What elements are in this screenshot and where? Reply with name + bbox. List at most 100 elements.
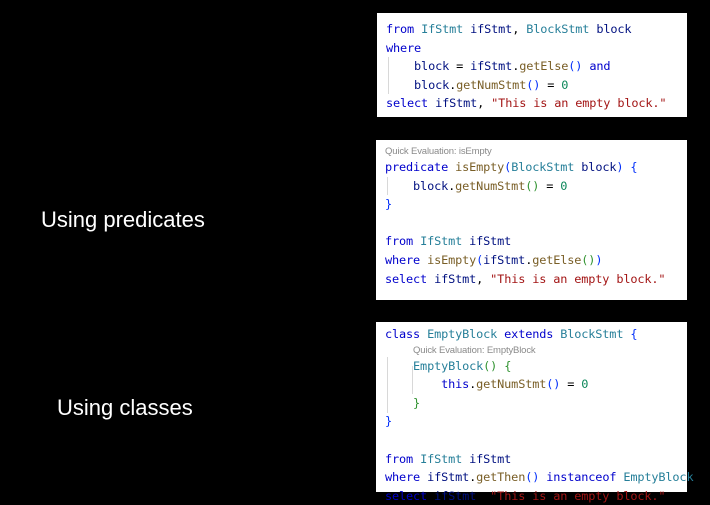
code-token-str: "This is an empty block."	[490, 488, 666, 503]
code-token-ty: BlockStmt	[560, 327, 624, 341]
code-token-id: ifStmt	[483, 252, 526, 267]
code-token-id: block	[414, 59, 450, 74]
code-line: predicate isEmpty(BlockStmt block) {	[385, 158, 687, 177]
code-line: select ifStmt, "This is an empty block."	[385, 270, 687, 289]
code-token-id: ifStmt	[469, 234, 512, 249]
code-token-b2: ()	[525, 178, 540, 193]
code-token-op	[386, 59, 414, 73]
code-line: this.getNumStmt() = 0	[385, 375, 687, 394]
code-token-kw: instanceof	[546, 470, 617, 485]
code-token-b1: }	[385, 414, 393, 429]
code-line: from IfStmt ifStmt	[385, 450, 687, 469]
code-token-ty: IfStmt	[420, 234, 463, 249]
code-token-b2: {	[504, 358, 512, 373]
code-line: }	[385, 412, 687, 431]
code-token-str: "This is an empty block."	[491, 96, 667, 111]
code-token-kw: from	[385, 234, 414, 249]
code-token-kw: from	[386, 22, 415, 36]
code-token-id: block	[596, 22, 632, 36]
code-token-op: ,	[512, 22, 527, 36]
code-token-op: =	[449, 59, 471, 74]
code-token-op	[385, 396, 413, 410]
code-token-b2: ()	[483, 358, 498, 373]
code-token-op	[413, 234, 420, 248]
code-token-op: =	[560, 377, 582, 392]
code-token-fn: getNumStmt	[456, 77, 527, 92]
code-token-b1: ()	[525, 470, 540, 485]
code-line: from IfStmt ifStmt	[385, 232, 687, 251]
code-token-op: ,	[476, 488, 491, 503]
code-token-op	[385, 359, 413, 373]
code-token-id: ifStmt	[470, 59, 513, 74]
code-token-kw: select	[385, 271, 428, 286]
code-lines: predicate isEmpty(BlockStmt block) { blo…	[385, 158, 687, 288]
code-token-fn: getElse	[532, 252, 582, 267]
code-token-op: ,	[477, 96, 492, 111]
code-token-op	[385, 179, 413, 193]
code-token-id: block	[413, 178, 449, 193]
code-line: EmptyBlock() {	[385, 357, 687, 376]
code-token-op	[413, 452, 420, 466]
code-panel-class-query: class EmptyBlock extends BlockStmt {Quic…	[376, 322, 694, 503]
code-line: }	[385, 394, 687, 413]
code-token-fn: isEmpty	[455, 160, 505, 174]
code-lines: class EmptyBlock extends BlockStmt {Quic…	[385, 325, 694, 505]
code-token-kw: where	[385, 252, 421, 267]
code-token-fn: getNumStmt	[455, 178, 526, 193]
code-token-num: 0	[561, 77, 569, 92]
code-token-kw: predicate	[385, 160, 449, 174]
code-token-num: 0	[581, 377, 589, 392]
code-token-kw: from	[385, 451, 414, 466]
code-lines: from IfStmt ifStmt, BlockStmt block where…	[386, 20, 687, 113]
code-line: where isEmpty(ifStmt.getElse())	[385, 251, 687, 270]
code-line: from IfStmt ifStmt, BlockStmt block	[386, 20, 687, 39]
code-line: select ifStmt, "This is an empty block."	[385, 487, 687, 505]
code-token-kw: where	[385, 470, 421, 485]
code-token-ty: EmptyBlock	[413, 358, 484, 373]
code-token-kw: extends	[504, 327, 554, 341]
code-token-b1: ()	[526, 77, 541, 92]
code-token-ty: BlockStmt	[526, 22, 590, 36]
code-token-kw: where	[386, 40, 422, 55]
code-token-op: =	[539, 178, 561, 193]
code-token-kw: and	[589, 59, 611, 74]
code-token-ty: BlockStmt	[511, 160, 575, 174]
code-token-fn: isEmpty	[427, 252, 477, 267]
code-token-kw: this	[441, 377, 470, 392]
code-token-id: ifStmt	[435, 96, 478, 111]
code-panel-basic-query: from IfStmt ifStmt, BlockStmt block where…	[377, 13, 687, 117]
code-token-id: ifStmt	[427, 470, 470, 485]
code-token-id: block	[414, 77, 450, 92]
code-token-kw: select	[386, 96, 429, 111]
code-token-op	[385, 377, 441, 391]
code-token-ty: EmptyBlock	[427, 327, 498, 341]
code-token-fn: getNumStmt	[476, 377, 547, 392]
code-line: }	[385, 195, 687, 214]
code-token-str: "This is an empty block."	[490, 271, 666, 286]
code-token-ty: EmptyBlock	[623, 470, 694, 485]
code-token-op	[420, 470, 427, 484]
quick-evaluation-link[interactable]: Quick Evaluation: EmptyBlock	[385, 344, 687, 357]
code-line: class EmptyBlock extends BlockStmt {	[385, 325, 687, 344]
code-token-op	[386, 78, 414, 92]
code-line: block = ifStmt.getElse() and	[386, 57, 687, 76]
code-token-id: block	[581, 160, 617, 174]
code-token-op	[414, 22, 421, 36]
code-panel-predicate-query: Quick Evaluation: isEmpty predicate isEm…	[376, 140, 687, 300]
using-predicates-label: Using predicates	[41, 207, 205, 232]
code-token-b1: {	[630, 327, 638, 341]
code-token-num: 0	[560, 178, 568, 193]
code-token-b2: ()	[581, 252, 596, 267]
code-token-fn: getElse	[519, 59, 569, 74]
quick-evaluation-link[interactable]: Quick Evaluation: isEmpty	[385, 145, 687, 158]
code-line: block.getNumStmt() = 0	[385, 177, 687, 196]
code-token-kw: class	[385, 327, 421, 341]
code-token-op	[420, 327, 427, 341]
using-classes-label: Using classes	[57, 395, 193, 420]
code-line: where	[386, 39, 687, 58]
code-line: where ifStmt.getThen() instanceof EmptyB…	[385, 468, 694, 487]
code-token-op	[420, 253, 427, 267]
code-token-b1: {	[630, 160, 638, 174]
